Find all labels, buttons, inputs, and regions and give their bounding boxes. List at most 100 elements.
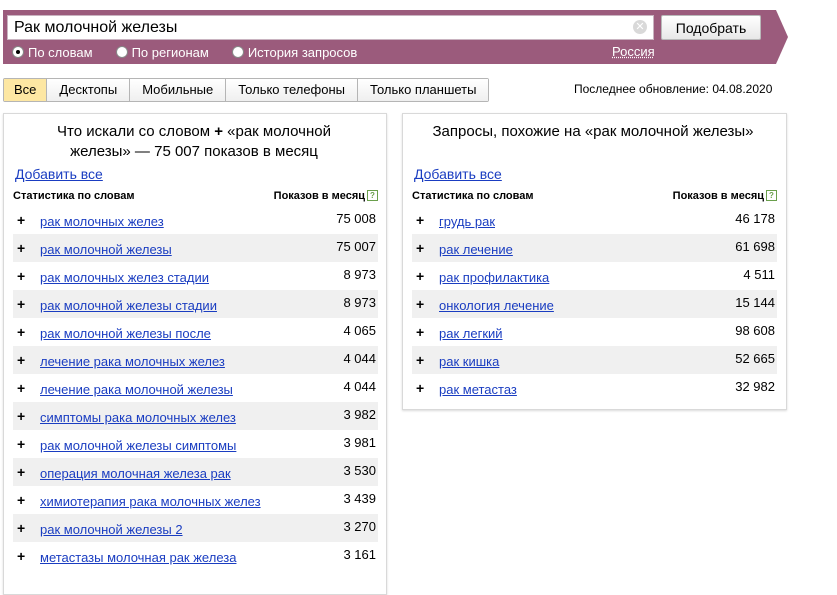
add-plus-icon[interactable]: + [17,240,25,256]
impressions-count: 52 665 [735,351,775,366]
table-row[interactable]: + рак легкий 98 608 [412,318,777,346]
add-plus-icon[interactable]: + [416,296,424,312]
table-row[interactable]: + рак молочных желез стадии 8 973 [13,262,378,290]
add-plus-icon[interactable]: + [17,268,25,284]
table-row[interactable]: + химиотерапия рака молочных желез 3 439 [13,486,378,514]
title-text: «рак молочной [227,123,331,140]
table-row[interactable]: + лечение рака молочной железы 4 044 [13,374,378,402]
table-row[interactable]: + рак молочной железы 2 3 270 [13,514,378,542]
word-list: + рак молочных желез 75 008 + рак молочной ж… [13,206,378,570]
table-row[interactable]: + операция молочная железа рак 3 530 [13,458,378,486]
phrase-link[interactable]: рак молочной железы после [40,326,211,341]
add-plus-icon[interactable]: + [17,436,25,452]
table-row[interactable]: + онкология лечение 15 144 [412,290,777,318]
impressions-count: 4 044 [343,379,376,394]
phrase-link[interactable]: онкология лечение [439,298,554,313]
tab-desktops[interactable]: Десктопы [46,79,130,101]
table-row[interactable]: + грудь рак 46 178 [412,206,777,234]
col-count-text: Показов в месяц [273,190,365,202]
title-text: железы» — 75 007 показов в месяц [70,143,318,160]
phrase-link[interactable]: рак кишка [439,354,499,369]
table-row[interactable]: + симптомы рака молочных желез 3 982 [13,402,378,430]
phrase-link[interactable]: рак молочных желез стадии [40,270,209,285]
phrase-link[interactable]: рак профилактика [439,270,549,285]
radio-label: История запросов [247,44,358,60]
table-row[interactable]: + рак лечение 61 698 [412,234,777,262]
phrase-link[interactable]: рак молочной железы стадии [40,298,217,313]
add-all-link[interactable]: Добавить все [15,166,103,182]
submit-button[interactable]: Подобрать [661,15,761,40]
phrase-link[interactable]: химиотерапия рака молочных желез [40,494,261,509]
radio-by-regions[interactable]: По регионам [115,44,209,60]
table-row[interactable]: + рак молочной железы 75 007 [13,234,378,262]
tab-all[interactable]: Все [4,79,47,101]
phrase-link[interactable]: рак легкий [439,326,503,341]
similar-queries-panel: Запросы, похожие на «рак молочной железы… [402,113,787,410]
add-plus-icon[interactable]: + [17,296,25,312]
radio-label: По словам [28,44,93,60]
add-plus-icon[interactable]: + [17,380,25,396]
region-selector[interactable]: Россия [612,44,655,59]
radio-label: По регионам [131,44,209,60]
phrase-link[interactable]: рак молочной железы [40,242,172,257]
panel-title: Запросы, похожие на «рак молочной железы… [432,123,754,140]
add-plus-icon[interactable]: + [17,492,25,508]
table-row[interactable]: + рак профилактика 4 511 [412,262,777,290]
add-plus-icon[interactable]: + [17,212,25,228]
search-mode-radios: По словам По регионам История запросов [12,44,380,60]
radio-dot-icon [115,46,128,58]
search-box[interactable]: ✕ [7,15,654,40]
add-plus-icon[interactable]: + [416,324,424,340]
add-plus-icon[interactable]: + [17,324,25,340]
add-plus-icon[interactable]: + [17,520,25,536]
phrase-link[interactable]: операция молочная железа рак [40,466,231,481]
add-plus-icon[interactable]: + [416,240,424,256]
add-plus-icon[interactable]: + [416,380,424,396]
help-icon[interactable]: ? [766,190,777,201]
table-row[interactable]: + рак молочной железы симптомы 3 981 [13,430,378,458]
search-input[interactable] [8,16,640,39]
phrase-link[interactable]: рак молочной железы симптомы [40,438,236,453]
table-row[interactable]: + рак молочных желез 75 008 [13,206,378,234]
impressions-count: 4 065 [343,323,376,338]
impressions-count: 3 982 [343,407,376,422]
clear-icon[interactable]: ✕ [633,20,647,34]
phrase-link[interactable]: рак лечение [439,242,513,257]
last-update-text: Последнее обновление: 04.08.2020 [574,82,773,96]
table-row[interactable]: + рак молочной железы стадии 8 973 [13,290,378,318]
title-text: Что искали со словом [57,123,211,140]
table-row[interactable]: + рак кишка 52 665 [412,346,777,374]
phrase-link[interactable]: лечение рака молочной железы [40,382,233,397]
impressions-count: 98 608 [735,323,775,338]
col-count-label: Показов в месяц? [274,190,378,202]
add-all-link[interactable]: Добавить все [414,166,502,182]
table-row[interactable]: + рак молочной железы после 4 065 [13,318,378,346]
tab-phones-only[interactable]: Только телефоны [225,79,358,101]
add-plus-icon[interactable]: + [416,268,424,284]
phrase-link[interactable]: симптомы рака молочных желез [40,410,236,425]
phrase-link[interactable]: рак молочных желез [40,214,164,229]
phrase-link[interactable]: метастазы молочная рак железа [40,550,236,565]
add-plus-icon[interactable]: + [17,352,25,368]
tab-mobile[interactable]: Мобильные [129,79,226,101]
add-plus-icon[interactable]: + [17,408,25,424]
phrase-link[interactable]: рак молочной железы 2 [40,522,183,537]
radio-by-words[interactable]: По словам [12,44,93,60]
phrase-link[interactable]: грудь рак [439,214,495,229]
table-row[interactable]: + лечение рака молочных желез 4 044 [13,346,378,374]
radio-history[interactable]: История запросов [231,44,358,60]
phrase-link[interactable]: рак метастаз [439,382,517,397]
word-stats-panel: Что искали со словом + «рак молочной жел… [3,113,387,595]
impressions-count: 8 973 [343,267,376,282]
add-plus-icon[interactable]: + [416,212,424,228]
add-plus-icon[interactable]: + [17,548,25,564]
tab-tablets-only[interactable]: Только планшеты [357,79,489,101]
phrase-link[interactable]: лечение рака молочных желез [40,354,225,369]
radio-dot-icon [231,46,244,58]
impressions-count: 75 008 [336,211,376,226]
add-plus-icon[interactable]: + [17,464,25,480]
table-row[interactable]: + рак метастаз 32 982 [412,374,777,402]
help-icon[interactable]: ? [367,190,378,201]
impressions-count: 3 530 [343,463,376,478]
add-plus-icon[interactable]: + [416,352,424,368]
